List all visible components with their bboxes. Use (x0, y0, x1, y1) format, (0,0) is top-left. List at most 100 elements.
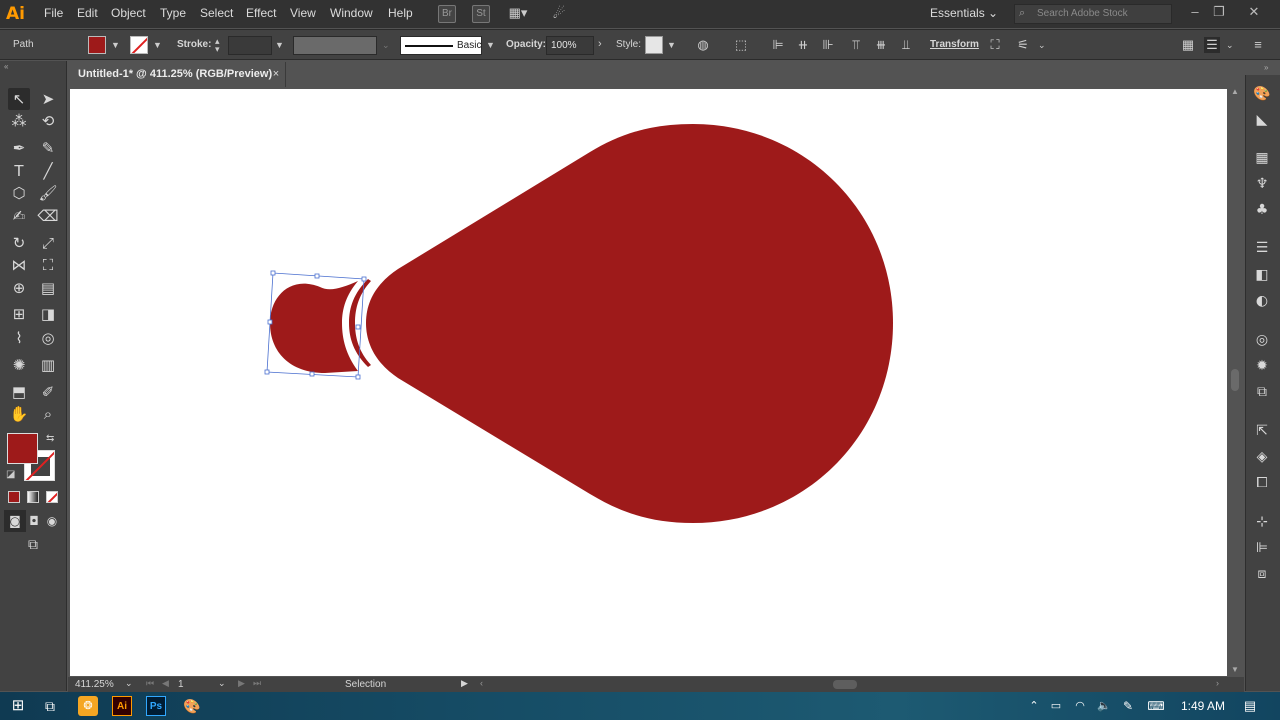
stroke-swatch[interactable] (130, 36, 148, 54)
width-tool-icon[interactable]: ⋈ (8, 254, 30, 276)
menu-window[interactable]: Window (330, 6, 373, 20)
shape-builder-tool-icon[interactable]: ⊕ (8, 277, 30, 299)
align-center-icon[interactable]: ⧺ (795, 37, 811, 53)
eraser-tool-icon[interactable]: ⌫ (37, 205, 59, 227)
control-panel-toggle-icon[interactable]: ☰ (1204, 37, 1220, 53)
brush-dropdown-icon[interactable]: ▼ (486, 40, 495, 50)
export-assets-icon[interactable]: ⇱ (1252, 421, 1272, 441)
color-mode-icon[interactable] (8, 491, 20, 503)
polygon-tool-icon[interactable]: ⬡ (8, 182, 30, 204)
transform-link[interactable]: Transform (930, 39, 979, 50)
screen-mode-icon[interactable]: ⧉ (22, 534, 44, 556)
align-left-icon[interactable]: ⊫ (770, 37, 786, 53)
vertical-scrollbar[interactable]: ▲ ▼ (1228, 87, 1244, 677)
selection-tool-icon[interactable]: ↖ (8, 88, 30, 110)
bbox-handle[interactable] (264, 369, 270, 375)
color-guide-icon[interactable]: ◣ (1252, 110, 1272, 130)
type-tool-icon[interactable]: T (8, 160, 30, 182)
bridge-icon[interactable]: Br (438, 5, 456, 23)
previous-artboard-icon[interactable]: ◀ (162, 678, 169, 689)
swap-fill-stroke-icon[interactable]: ⇆ (46, 433, 54, 444)
artboard-number[interactable]: 1 (178, 679, 184, 690)
wifi-icon[interactable]: ◠ (1070, 696, 1090, 716)
menu-select[interactable]: Select (200, 6, 233, 20)
variable-width-profile[interactable] (293, 36, 377, 55)
pen-workspace-icon[interactable]: ✎ (1118, 696, 1138, 716)
appearance-panel-icon[interactable]: ◎ (1252, 330, 1272, 350)
puppet-dropdown-icon[interactable]: ⌄ (1038, 40, 1046, 51)
symbol-sprayer-tool-icon[interactable]: ✺ (8, 354, 30, 376)
bbox-handle[interactable] (361, 276, 367, 282)
bbox-handle[interactable] (314, 273, 320, 279)
restore-icon[interactable]: ❐ (1208, 3, 1230, 21)
slice-tool-icon[interactable]: ✐ (37, 381, 59, 403)
pen-tool-icon[interactable]: ✒ (8, 137, 30, 159)
eyedropper-tool-icon[interactable]: ⌇ (8, 327, 30, 349)
clock[interactable]: 1:49 AM (1181, 699, 1225, 713)
lasso-tool-icon[interactable]: ⟲ (37, 110, 59, 132)
panel-menu-icon[interactable]: ≡ (1250, 37, 1266, 53)
mesh-tool-icon[interactable]: ⊞ (8, 303, 30, 325)
symbols-panel-icon[interactable]: ♣ (1252, 200, 1272, 220)
align-bottom-icon[interactable]: ⫫ (898, 37, 914, 53)
scroll-up-icon[interactable]: ▲ (1231, 87, 1239, 96)
bbox-handle[interactable] (355, 324, 361, 330)
brushes-panel-icon[interactable]: ♆ (1252, 174, 1272, 194)
zoom-dropdown-icon[interactable]: ⌄ (125, 678, 133, 689)
close-icon[interactable]: ✕ (1243, 3, 1265, 21)
scroll-thumb[interactable] (1231, 369, 1239, 391)
control-menu-icon[interactable]: ⌄ (1226, 40, 1234, 51)
graphic-styles-icon[interactable]: ✹ (1252, 356, 1272, 376)
firefox-icon[interactable]: ❂ (78, 696, 98, 716)
stroke-weight-dropdown-icon[interactable]: ▼ (275, 40, 284, 50)
menu-edit[interactable]: Edit (77, 6, 98, 20)
style-dropdown-icon[interactable]: ▼ (667, 40, 676, 50)
menu-object[interactable]: Object (111, 6, 146, 20)
isolate-object-icon[interactable]: ⛶ (987, 37, 1003, 53)
color-panel-icon[interactable]: 🎨 (1252, 84, 1272, 104)
fill-color-box[interactable] (7, 433, 38, 464)
menu-effect[interactable]: Effect (246, 6, 276, 20)
bbox-handle[interactable] (355, 374, 361, 380)
next-artboard-icon[interactable]: ▶ (238, 678, 245, 689)
none-mode-icon[interactable] (46, 491, 58, 503)
draw-inside-icon[interactable]: ◉ (41, 510, 63, 532)
last-artboard-icon[interactable]: ⏭ (253, 678, 261, 689)
expand-panels-icon[interactable]: » (1264, 63, 1268, 72)
status-tool-name[interactable]: Selection (345, 679, 386, 690)
gpu-performance-icon[interactable]: ☄ (550, 5, 568, 23)
zoom-level[interactable]: 411.25% (75, 679, 114, 690)
document-setup-icon[interactable]: ▦ (1180, 37, 1196, 53)
show-hidden-icons-icon[interactable]: ⌃ (1024, 696, 1044, 716)
swatches-panel-icon[interactable]: ▦ (1252, 148, 1272, 168)
minimize-icon[interactable]: – (1184, 3, 1206, 21)
variable-width-dropdown-icon[interactable]: ⌄ (382, 40, 390, 51)
rotate-tool-icon[interactable]: ↻ (8, 232, 30, 254)
menu-help[interactable]: Help (388, 6, 413, 20)
transform-panel-icon[interactable]: ⊹ (1252, 512, 1272, 532)
paintbrush-tool-icon[interactable]: 🖌 (37, 182, 59, 204)
brush-definition-field[interactable]: Basic (400, 36, 482, 55)
direct-selection-tool-icon[interactable]: ➤ (37, 88, 59, 110)
gradient-tool-icon[interactable]: ◨ (37, 303, 59, 325)
perspective-grid-tool-icon[interactable]: ▤ (37, 277, 59, 299)
collapse-toolbar-icon[interactable]: « (4, 62, 8, 71)
volume-icon[interactable]: 🔈 (1094, 696, 1114, 716)
document-tab[interactable]: Untitled-1* @ 411.25% (RGB/Preview) (70, 62, 286, 88)
puppet-warp-icon[interactable]: ⚟ (1015, 37, 1031, 53)
gradient-mode-icon[interactable] (27, 491, 39, 503)
opacity-arrow-icon[interactable]: › (598, 38, 602, 50)
default-fill-stroke-icon[interactable]: ◪ (6, 469, 15, 480)
close-tab-icon[interactable]: × (270, 68, 282, 80)
curvature-tool-icon[interactable]: ✎ (37, 137, 59, 159)
scroll-right-icon[interactable]: › (1216, 678, 1219, 688)
artboards-panel-icon[interactable]: ⧠ (1252, 473, 1272, 493)
bbox-handle[interactable] (309, 371, 315, 377)
opacity-field[interactable]: 100% (546, 36, 594, 55)
gradient-panel-icon[interactable]: ◧ (1252, 265, 1272, 285)
recolor-artwork-icon[interactable]: ◍ (695, 37, 711, 53)
bbox-handle[interactable] (267, 319, 273, 325)
keyboard-icon[interactable]: ⌨ (1146, 696, 1166, 716)
layers-panel-icon[interactable]: ◈ (1252, 447, 1272, 467)
scroll-left-icon[interactable]: ‹ (480, 678, 483, 688)
